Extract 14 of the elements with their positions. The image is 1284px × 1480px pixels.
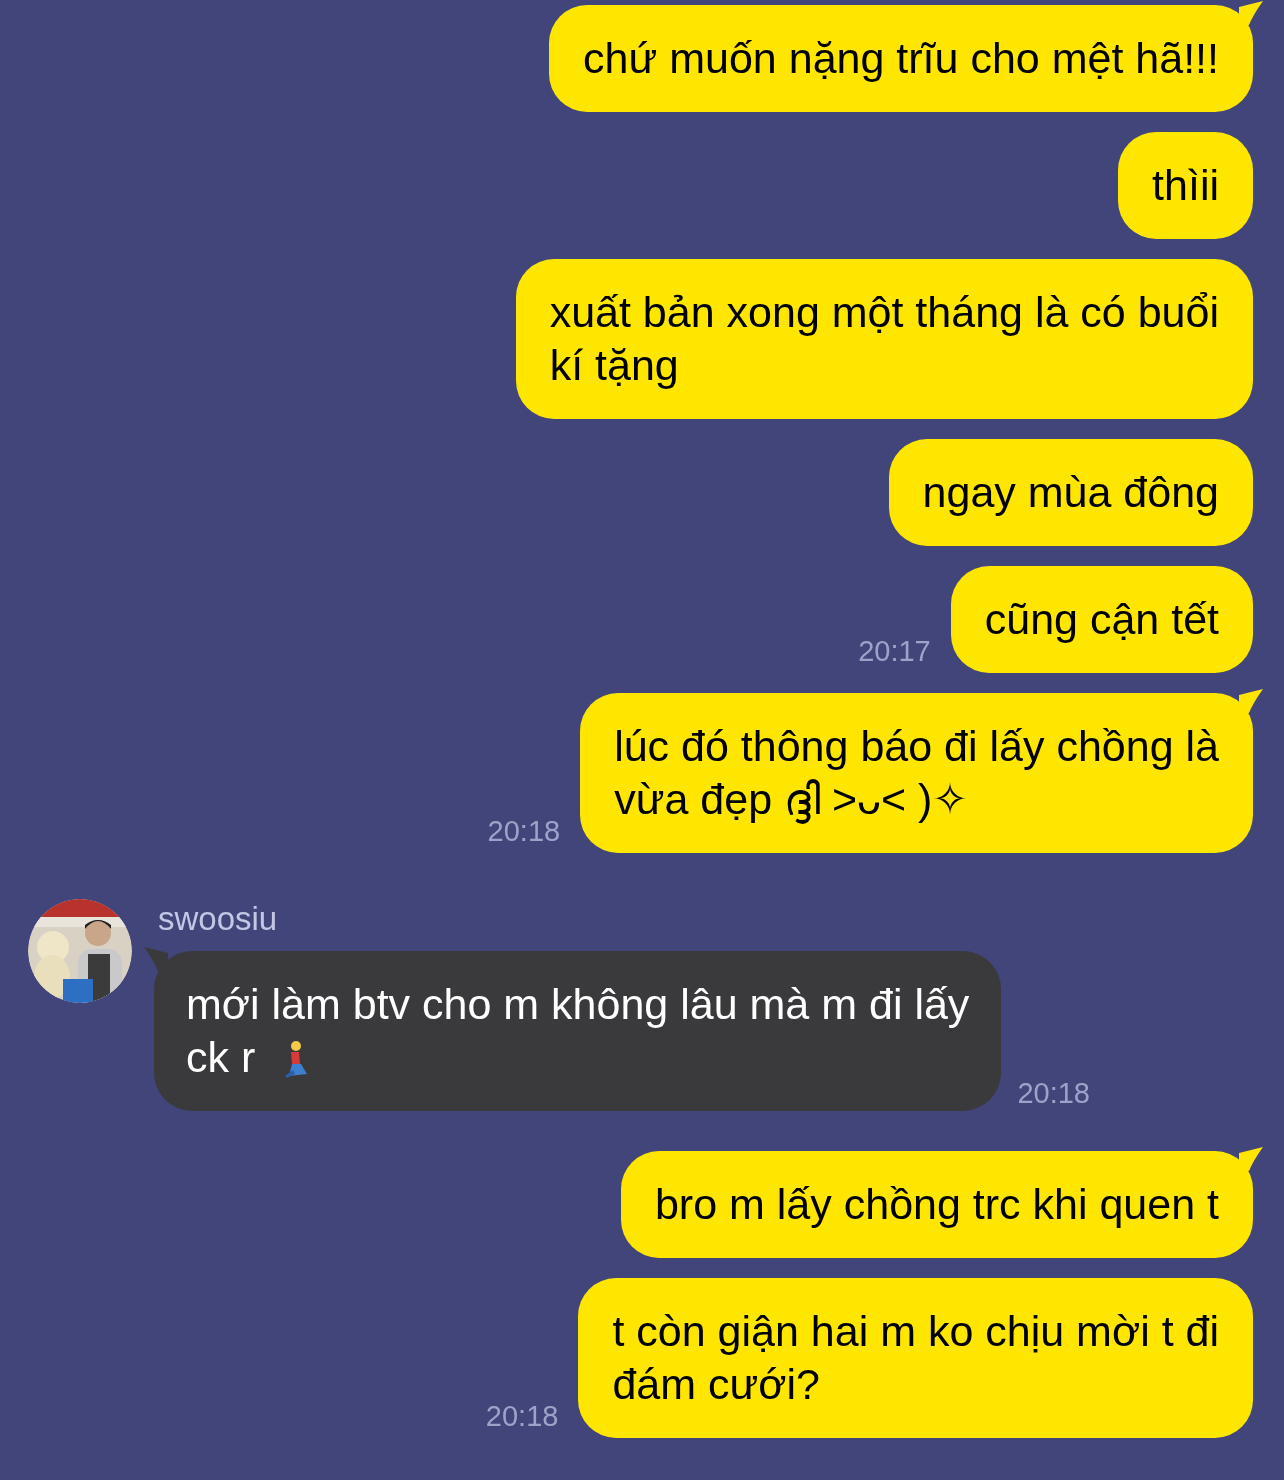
message-text: ngay mùa đông <box>922 467 1219 518</box>
message-text: t còn giận hai m ko chịu mời t đi đám cưới? <box>612 1306 1219 1410</box>
sender-name: swoosiu <box>158 899 279 939</box>
message-time: 20:18 <box>485 1398 559 1434</box>
message-time: 20:17 <box>858 633 931 669</box>
message-text: cũng cận tết <box>984 594 1219 645</box>
message-text: xuất bản xong một tháng là có buổi kí tặng <box>549 287 1219 391</box>
message-text: thìii <box>1152 160 1219 211</box>
message-text: bro m lấy chồng trc khi quen t <box>654 1179 1219 1230</box>
message-text: chứ muốn nặng trĩu cho mệt hã!!! <box>583 33 1219 84</box>
message-time: 20:18 <box>487 813 561 849</box>
message-text: lúc đó thông báo đi lấy chồng là vừa đẹp ദ്ദി ˃ᴗ˂ )✧ <box>614 721 1219 826</box>
message-text: mới làm btv cho m không lâu mà m đi lấy ck r <box>186 980 970 1081</box>
message-time: 20:18 <box>1017 1075 1090 1111</box>
